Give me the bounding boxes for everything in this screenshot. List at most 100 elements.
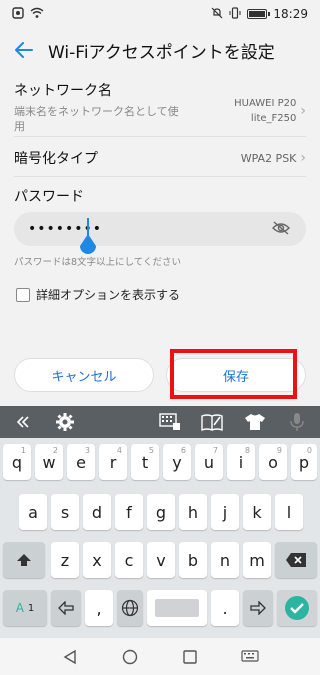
key-g[interactable]: g <box>147 494 175 530</box>
network-name-label: ネットワーク名 <box>14 83 112 99</box>
key-w[interactable]: w2 <box>35 444 63 480</box>
encryption-value-wrap: WPA2 PSK › <box>241 148 306 168</box>
key-label: q <box>11 452 23 472</box>
key-h[interactable]: h <box>179 494 207 530</box>
keyboard-layout-icon[interactable] <box>155 407 185 437</box>
highlight-box <box>170 349 297 399</box>
network-name-row[interactable]: ネットワーク名 端末名をネットワーク名として使用 HUAWEI P20 lite… <box>14 80 306 134</box>
key-hint: 3 <box>84 446 90 455</box>
key-label: t <box>141 452 149 472</box>
password-label: パスワード <box>14 189 84 205</box>
cancel-button[interactable]: キャンセル <box>14 358 154 392</box>
password-input[interactable]: •••••••• <box>14 212 306 246</box>
period-key[interactable]: . <box>211 590 239 626</box>
backspace-key[interactable] <box>275 542 317 578</box>
key-l[interactable]: l <box>275 494 303 530</box>
shift-key[interactable] <box>3 542 45 578</box>
network-name-value-wrap: HUAWEI P20 lite_F250 › <box>220 88 306 134</box>
key-label: o <box>268 452 278 472</box>
key-hint: 4 <box>116 446 122 455</box>
key-x[interactable]: x <box>83 542 111 578</box>
network-name-description: 端末名をネットワーク名として使用 <box>14 105 179 133</box>
key-c[interactable]: c <box>115 542 143 578</box>
space-bar-graphic <box>155 599 199 617</box>
dictionary-icon[interactable] <box>197 407 227 437</box>
network-name-value: HUAWEI P20 lite_F250 <box>234 98 297 124</box>
key-d[interactable]: d <box>83 494 111 530</box>
encryption-label: 暗号化タイプ <box>14 151 98 167</box>
right-arrow-key[interactable] <box>243 590 273 626</box>
key-label: u <box>203 452 215 472</box>
key-n[interactable]: n <box>211 542 239 578</box>
notification-icon <box>12 6 24 22</box>
globe-key[interactable] <box>117 590 143 626</box>
key-e[interactable]: e3 <box>67 444 95 480</box>
battery-level <box>249 11 266 17</box>
chevron-right-icon: › <box>300 149 306 166</box>
wifi-icon <box>30 7 44 22</box>
shift-icon <box>17 554 31 566</box>
key-o[interactable]: o9 <box>259 444 287 480</box>
key-v[interactable]: v <box>147 542 175 578</box>
key-hint: 8 <box>244 446 250 455</box>
key-r[interactable]: r4 <box>99 444 127 480</box>
gear-icon[interactable] <box>50 407 80 437</box>
keyboard-switch-icon[interactable] <box>235 642 265 672</box>
mode-num-label: 1 <box>27 602 35 614</box>
back-nav-icon[interactable] <box>55 642 85 672</box>
key-p[interactable]: p0 <box>291 444 317 480</box>
key-t[interactable]: t5 <box>131 444 159 480</box>
clock: 18:29 <box>273 7 308 21</box>
encryption-value: WPA2 PSK <box>240 151 297 165</box>
theme-shirt-icon[interactable] <box>240 407 270 437</box>
network-name-text: ネットワーク名 端末名をネットワーク名として使用 <box>14 80 184 134</box>
recents-nav-icon[interactable] <box>175 642 205 672</box>
key-b[interactable]: b <box>179 542 207 578</box>
status-bar: 18:29 <box>0 0 320 28</box>
keyboard-toolbar <box>0 406 320 438</box>
key-u[interactable]: u7 <box>195 444 223 480</box>
space-key[interactable] <box>147 590 207 626</box>
key-hint: 0 <box>306 446 312 455</box>
comma-key[interactable]: , <box>85 590 113 626</box>
chevron-right-icon: › <box>300 102 306 119</box>
battery-icon <box>247 9 271 19</box>
home-nav-icon[interactable] <box>115 642 145 672</box>
visibility-off-icon[interactable] <box>272 220 290 239</box>
key-q[interactable]: q1 <box>3 444 31 480</box>
back-arrow-icon[interactable] <box>0 28 48 72</box>
backspace-icon <box>286 553 306 567</box>
key-hint: 5 <box>148 446 154 455</box>
key-hint: 1 <box>20 446 26 455</box>
divider <box>14 136 306 137</box>
key-hint: 2 <box>52 446 58 455</box>
divider <box>14 176 306 177</box>
key-label: i <box>238 452 244 472</box>
key-m[interactable]: m <box>243 542 271 578</box>
encryption-row[interactable]: 暗号化タイプ WPA2 PSK › <box>14 148 306 168</box>
key-i[interactable]: i8 <box>227 444 255 480</box>
microphone-icon[interactable] <box>282 407 312 437</box>
key-y[interactable]: y6 <box>163 444 191 480</box>
collapse-icon[interactable] <box>8 407 38 437</box>
key-k[interactable]: k <box>243 494 271 530</box>
arrow-right-icon <box>250 601 266 615</box>
mute-icon <box>211 7 223 22</box>
key-z[interactable]: z <box>51 542 79 578</box>
key-a[interactable]: a <box>19 494 47 530</box>
check-icon <box>285 596 309 620</box>
globe-icon <box>121 599 139 617</box>
advanced-options-checkbox[interactable] <box>16 287 30 302</box>
key-s[interactable]: s <box>51 494 79 530</box>
advanced-options-row[interactable]: 詳細オプションを表示する <box>16 286 180 303</box>
advanced-options-label: 詳細オプションを表示する <box>36 288 181 302</box>
cursor-handle[interactable] <box>79 234 97 256</box>
key-f[interactable]: f <box>115 494 143 530</box>
key-label: e <box>76 452 86 472</box>
key-j[interactable]: j <box>211 494 239 530</box>
input-mode-key[interactable]: A 1 <box>3 590 47 626</box>
navigation-bar <box>0 638 320 675</box>
arrow-left-icon <box>58 601 74 615</box>
left-arrow-key[interactable] <box>51 590 81 626</box>
enter-key[interactable] <box>277 590 317 626</box>
